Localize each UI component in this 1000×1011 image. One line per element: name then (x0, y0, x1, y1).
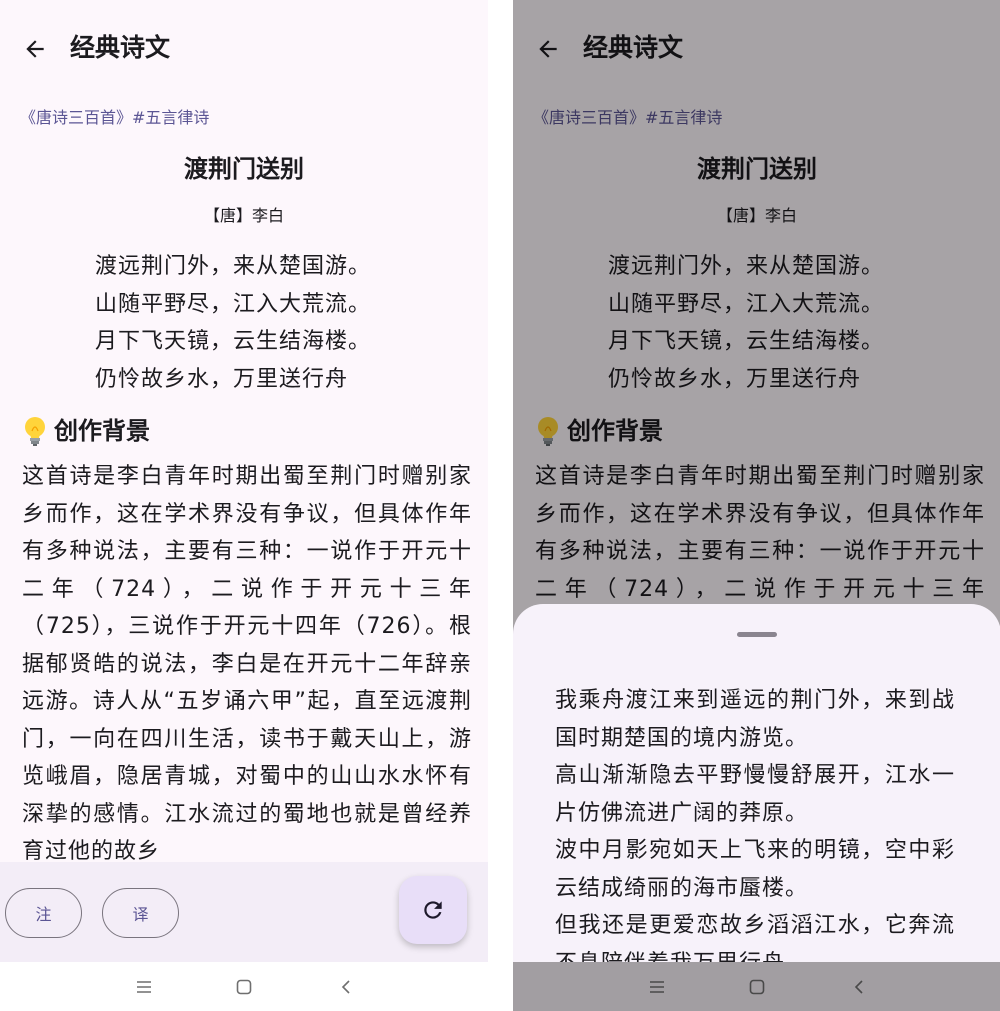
bottom-action-bar: 注 译 (0, 862, 488, 962)
translation-chip[interactable]: 译 (102, 888, 179, 938)
refresh-icon (424, 901, 442, 919)
arrow-left-icon (539, 40, 557, 58)
poem-lines: 渡远荆门外，来从楚国游。 山随平野尽，江入大荒流。 月下飞天镜，云生结海楼。 仍… (95, 248, 371, 398)
back-nav-icon (854, 980, 863, 994)
home-button[interactable] (233, 976, 255, 998)
lightbulb-icon (25, 417, 45, 446)
background-section-header: 创作背景 (20, 414, 150, 448)
back-nav-button[interactable] (848, 976, 870, 998)
refresh-button[interactable] (399, 876, 467, 944)
home-icon (236, 979, 252, 995)
background-text: 这首诗是李白青年时期出蜀至荆门时赠别家乡而作，这在学术界没有争议，但具体作年有多… (22, 464, 472, 862)
menu-icon (650, 981, 664, 993)
poem-line: 月下飞天镜，云生结海楼。 (95, 329, 372, 354)
lightbulb-icon (538, 417, 558, 446)
poem-line: 渡远荆门外，来从楚国游。 (608, 254, 885, 279)
poem-title: 渡荆门送别 (697, 155, 817, 183)
annotation-chip[interactable]: 注 (5, 888, 82, 938)
recent-apps-button[interactable] (133, 976, 155, 998)
poem-line: 仍怜故乡水，万里送行舟 (95, 366, 349, 392)
translation-paragraph: 高山渐渐隐去平野慢慢舒展开，江水一片仿佛流进广阔的莽原。 (555, 763, 955, 826)
translation-paragraph: 但我还是更爱恋故乡滔滔江水，它奔流不息陪伴着我万里行舟。 (555, 913, 955, 962)
poem-line: 山随平野尽，江入大荒流。 (608, 291, 885, 317)
poem-title: 渡荆门送别 (184, 155, 304, 183)
screen-poem-detail: 经典诗文 《唐诗三百首》#五言律诗 渡荆门送别 【唐】李白 渡远荆门外，来从楚国… (0, 0, 488, 1011)
poem-content[interactable]: 《唐诗三百首》#五言律诗 渡荆门送别 【唐】李白 渡远荆门外，来从楚国游。 山随… (0, 96, 488, 862)
translation-text: 我乘舟渡江来到遥远的荆门外，来到战国时期楚国的境内游览。 高山渐渐隐去平野慢慢舒… (555, 682, 955, 962)
app-bar: 经典诗文 (0, 0, 488, 96)
background-section-header: 创作背景 (533, 414, 663, 448)
sheet-drag-handle[interactable] (737, 632, 777, 637)
menu-icon (137, 981, 151, 993)
translation-paragraph: 我乘舟渡江来到遥远的荆门外，来到战国时期楚国的境内游览。 (555, 688, 955, 751)
screen-poem-detail-with-sheet: 经典诗文 《唐诗三百首》#五言律诗 渡荆门送别 【唐】李白 渡远荆门外，来从楚国… (513, 0, 1000, 1011)
home-icon (749, 979, 765, 995)
poem-author: 【唐】李白 (716, 206, 797, 225)
recent-apps-button[interactable] (646, 976, 668, 998)
section-title: 创作背景 (54, 417, 150, 445)
system-navigation-bar (513, 962, 1000, 1011)
back-nav-button[interactable] (335, 976, 357, 998)
poem-line: 山随平野尽，江入大荒流。 (95, 291, 372, 317)
section-title: 创作背景 (567, 417, 663, 445)
translation-paragraph: 波中月影宛如天上飞来的明镜，空中彩云结成绮丽的海市蜃楼。 (555, 838, 955, 901)
poem-tags: 《唐诗三百首》#五言律诗 (533, 108, 723, 127)
poem-line: 仍怜故乡水，万里送行舟 (608, 366, 862, 392)
poem-tags[interactable]: 《唐诗三百首》#五言律诗 (20, 106, 209, 130)
system-navigation-bar (0, 962, 488, 1011)
back-button[interactable] (18, 32, 52, 66)
app-bar: 经典诗文 (513, 0, 1000, 96)
arrow-left-icon (26, 40, 44, 58)
translation-bottom-sheet[interactable]: 我乘舟渡江来到遥远的荆门外，来到战国时期楚国的境内游览。 高山渐渐隐去平野慢慢舒… (513, 604, 1000, 962)
poem-line: 月下飞天镜，云生结海楼。 (608, 329, 885, 354)
back-button[interactable] (531, 32, 565, 66)
poem-lines: 渡远荆门外，来从楚国游。 山随平野尽，江入大荒流。 月下飞天镜，云生结海楼。 仍… (608, 248, 884, 398)
page-title: 经典诗文 (70, 33, 171, 62)
page-title: 经典诗文 (583, 33, 684, 62)
poem-author: 【唐】李白 (203, 206, 284, 225)
home-button[interactable] (746, 976, 768, 998)
poem-line: 渡远荆门外，来从楚国游。 (95, 254, 372, 279)
back-nav-icon (341, 980, 350, 994)
